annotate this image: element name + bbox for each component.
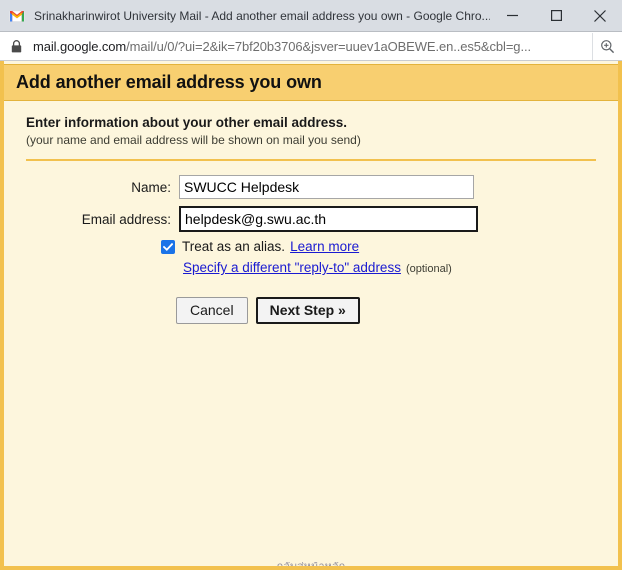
name-label: Name: <box>131 179 171 195</box>
section-heading: Enter information about your other email… <box>26 115 348 130</box>
browser-window: Srinakharinwirot University Mail - Add a… <box>0 0 622 570</box>
page-banner: Add another email address you own <box>4 64 618 101</box>
url-host: mail.google.com <box>33 38 127 54</box>
email-label: Email address: <box>81 211 171 227</box>
page-content: Add another email address you own Enter … <box>0 61 622 570</box>
section-subheading: (your name and email address will be sho… <box>26 133 361 147</box>
email-row: Email address: <box>4 206 618 232</box>
name-row: Name: <box>4 175 618 199</box>
window-titlebar: Srinakharinwirot University Mail - Add a… <box>0 0 622 32</box>
maximize-button[interactable] <box>534 0 578 32</box>
window-title: Srinakharinwirot University Mail - Add a… <box>34 8 490 23</box>
alias-label: Treat as an alias. <box>182 239 286 254</box>
url-text[interactable]: mail.google.com/mail/u/0/?ui=2&ik=7bf20b… <box>33 39 592 54</box>
window-controls <box>490 0 622 32</box>
url-path: /mail/u/0/?ui=2&ik=7bf20b3706&jsver=uuev… <box>126 38 531 54</box>
alias-checkbox[interactable] <box>161 239 175 254</box>
minimize-button[interactable] <box>490 0 534 32</box>
reply-to-optional-label: (optional) <box>405 263 452 275</box>
lock-icon <box>11 39 23 53</box>
gmail-logo-icon <box>9 8 25 24</box>
learn-more-link[interactable]: Learn more <box>290 239 359 254</box>
address-form: Name: Email address: Treat as an alias. … <box>4 175 618 324</box>
reply-to-link[interactable]: Specify a different "reply-to" address <box>183 260 401 275</box>
cancel-button[interactable]: Cancel <box>176 297 248 324</box>
divider <box>26 159 596 161</box>
email-input[interactable] <box>179 206 478 232</box>
bottom-partial-text: กลับสู่หน้าหลัก <box>4 562 618 566</box>
next-step-button[interactable]: Next Step » <box>255 297 360 324</box>
alias-row: Treat as an alias. Learn more <box>161 239 618 254</box>
address-bar[interactable]: mail.google.com/mail/u/0/?ui=2&ik=7bf20b… <box>0 32 622 61</box>
page-title: Add another email address you own <box>16 72 322 92</box>
section-header: Enter information about your other email… <box>4 101 618 147</box>
zoom-in-icon[interactable] <box>592 32 622 60</box>
name-input[interactable] <box>179 175 474 199</box>
reply-to-row: Specify a different "reply-to" address (… <box>183 260 618 275</box>
button-row: Cancel Next Step » <box>176 297 618 324</box>
close-button[interactable] <box>578 0 622 32</box>
